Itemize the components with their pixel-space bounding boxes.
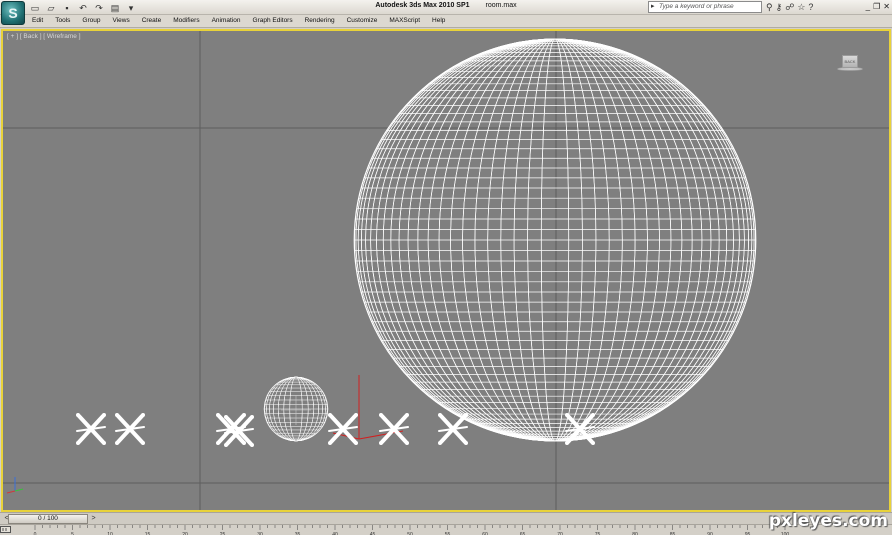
search-input[interactable]: Type a keyword or phrase [648,1,762,13]
info-center-toolbar: ⚲ ⚷ ☍ ☆? [766,1,813,13]
menu-rendering[interactable]: Rendering [299,15,341,27]
time-slider[interactable]: < 0 / 100 > [0,512,892,524]
title-bar: ▭ ▱ ▪ ↶ ↷ ▤ ▾ Autodesk 3ds Max 2010 SP1 room.m… [0,0,892,15]
jack-object-2 [115,413,145,445]
new-file-icon[interactable]: ▭ [28,2,42,14]
jack-object-6-knob [379,441,383,445]
viewport-back-wireframe[interactable]: [ + ] [ Back ] [ Wireframe ] BACK [1,29,891,512]
menu-edit[interactable]: Edit [26,15,49,27]
favorites-star-icon[interactable]: ☆ [797,1,805,13]
jack-object-1-knob [102,441,106,445]
menu-bar: Edit Tools Group Views Create Modifiers Animat… [26,15,451,27]
jack-object-5-knob [354,441,358,445]
menu-customize[interactable]: Customize [341,15,384,27]
jack-object-7-knob [464,441,468,445]
application-button[interactable]: S [1,1,25,25]
jack-object-3-knob [216,413,220,417]
jack-object-8-knob [565,441,569,445]
track-bar[interactable]: 0 5 10 15 20 25 30 35 40 45 50 55 60 65 70 75 80 85 90 95 10… [0,524,892,535]
menu-help[interactable]: Help [426,15,451,27]
jack-object-3-knob [242,413,246,417]
jack-object-2-knob [115,441,119,445]
menu-maxscript[interactable]: MAXScript [383,15,426,27]
jack-object-6-knob [379,413,383,417]
dropdown-icon[interactable]: ▾ [124,2,138,14]
app-title: Autodesk 3ds Max 2010 SP1 [375,2,470,9]
redo-icon[interactable]: ↷ [92,2,106,14]
jack-object-5-knob [354,413,358,417]
time-slider-thumb[interactable]: 0 / 100 [8,514,88,524]
jack-object-5-knob [328,413,332,417]
window-controls: _ ❐ ✕ [866,1,890,13]
menu-views[interactable]: Views [106,15,135,27]
viewcube[interactable]: BACK [837,55,863,73]
jack-object-3-knob [242,441,246,445]
jack-object-5 [328,413,358,445]
menu-modifiers[interactable]: Modifiers [167,15,205,27]
3ds-max-logo-icon: S [8,5,18,21]
watermark-logo: pxleyes.com [768,511,888,531]
project-folder-icon[interactable]: ▤ [108,2,122,14]
jack-object-4-knob [224,443,228,447]
jack-object-1 [76,413,106,445]
jack-object-6-knob [405,441,409,445]
restore-icon[interactable]: ❐ [873,1,880,13]
jack-object-8-knob [591,413,595,417]
file-name: room.max [485,2,517,9]
large-sphere-wireframe [353,38,757,442]
jack-object-8-knob [565,413,569,417]
jack-object-4-knob [250,415,254,419]
jack-object-7-knob [464,413,468,417]
binoculars-icon[interactable]: ⚲ [766,1,773,13]
menu-group[interactable]: Group [76,15,106,27]
menu-tools[interactable]: Tools [49,15,76,27]
viewport-label[interactable]: [ + ] [ Back ] [ Wireframe ] [7,33,81,40]
jack-object-1-knob [102,413,106,417]
world-axis-tripod [6,477,24,494]
axis-y [14,488,24,492]
help-icon[interactable]: ? [808,1,813,13]
jack-object-4-knob [224,415,228,419]
save-file-icon[interactable]: ▪ [60,2,74,14]
jack-object-2-knob [115,413,119,417]
key-icon[interactable]: ⚷ [776,1,783,13]
minimize-icon[interactable]: _ [866,1,870,13]
axis-x [6,490,16,494]
jack-object-4-knob [250,443,254,447]
menu-create[interactable]: Create [136,15,168,27]
jack-object-7-knob [438,441,442,445]
jack-object-8-knob [591,441,595,445]
quick-access-toolbar: ▭ ▱ ▪ ↶ ↷ ▤ ▾ [28,1,138,14]
jack-object-7-knob [438,413,442,417]
menu-animation[interactable]: Animation [206,15,247,27]
jack-object-1-knob [76,441,80,445]
scene-canvas [3,31,889,510]
communication-icon[interactable]: ☍ [785,1,794,13]
undo-icon[interactable]: ↶ [76,2,90,14]
jack-object-2-knob [141,441,145,445]
jack-object-2-knob [141,413,145,417]
jack-object-6 [379,413,409,445]
track-bar-ruler: 0 5 10 15 20 25 30 35 40 45 50 55 60 65 70 75 80 85 90 95 10… [34,525,789,535]
jack-object-6-knob [405,413,409,417]
menu-graph-editors[interactable]: Graph Editors [247,15,299,27]
app-window: ▭ ▱ ▪ ↶ ↷ ▤ ▾ Autodesk 3ds Max 2010 SP1 room.m… [0,0,892,535]
jack-object-7 [438,413,468,445]
jack-object-1-knob [76,413,80,417]
jack-object-5-knob [328,441,332,445]
viewcube-ring[interactable] [837,67,863,71]
close-icon[interactable]: ✕ [883,1,890,13]
time-slider-next-button[interactable]: > [89,514,98,523]
jack-object-3-knob [216,441,220,445]
open-file-icon[interactable]: ▱ [44,2,58,14]
